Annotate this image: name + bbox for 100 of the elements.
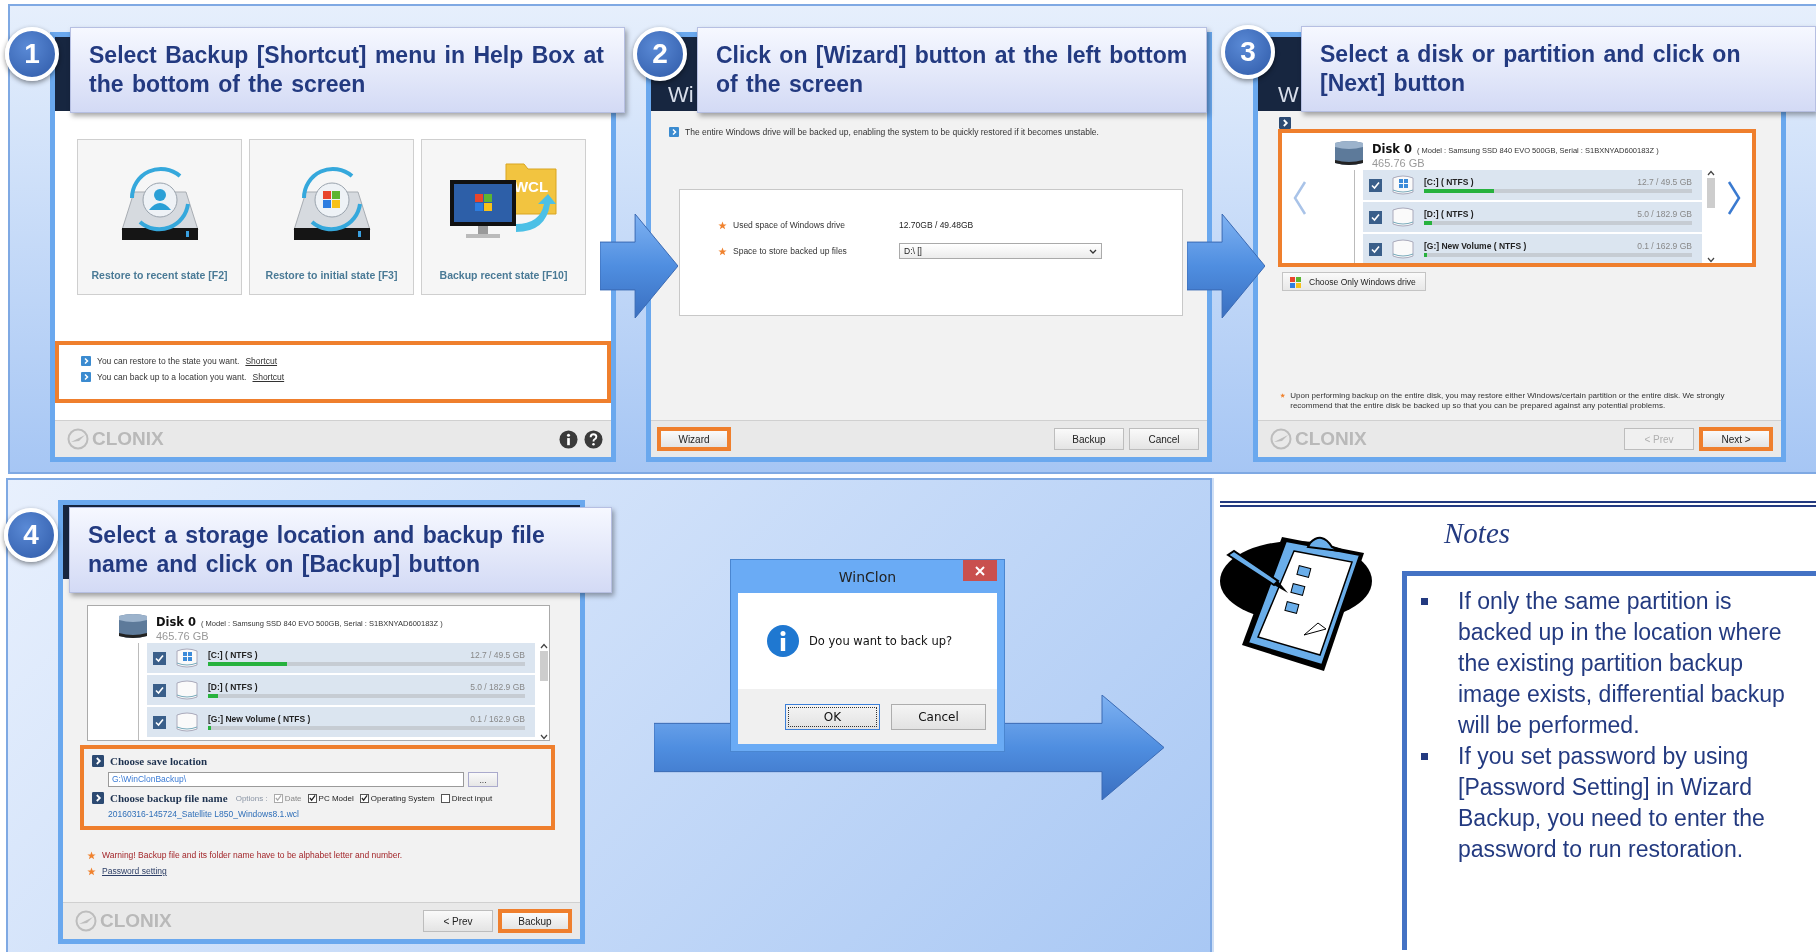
option-checkbox[interactable]: Operating System	[359, 793, 435, 803]
checkbox[interactable]	[153, 651, 166, 665]
shortcut-tile[interactable]: Restore to recent state [F2]	[77, 139, 242, 295]
disk-name: Disk 0	[156, 615, 196, 629]
star-icon	[87, 850, 96, 860]
choose-windows-button[interactable]: Choose Only Windows drive	[1282, 272, 1426, 291]
option-checkbox[interactable]: Direct input	[440, 793, 493, 803]
shortcut-tile[interactable]: Restore to initial state [F3]	[249, 139, 414, 295]
partition-usage: 5.0 / 182.9 GB	[470, 682, 525, 692]
browse-button[interactable]: ...	[468, 772, 498, 787]
partition-row[interactable]: [G:] New Volume ( NTFS ) 0.1 / 162.9 GB	[1363, 234, 1702, 263]
chevron-bullet-icon	[81, 356, 91, 366]
option-checkbox[interactable]: PC Model	[307, 793, 354, 803]
file-name-text: 20160316-145724_Satellite L850_Windows8.1.wcl	[107, 809, 300, 819]
footer-button[interactable]: Backup	[498, 909, 572, 933]
drive-icon	[174, 711, 200, 733]
chevron-bullet-icon	[92, 755, 104, 767]
section-title: Choose save location	[110, 755, 208, 767]
partition-name: [G:] New Volume ( NTFS )	[208, 714, 311, 724]
help-text: You can restore to the state you want.	[97, 356, 240, 366]
step-number-badge: 1	[5, 27, 59, 81]
warning-text: Warning! Backup file and its folder name have to be alphabet letter and number.	[102, 850, 403, 860]
footer-button[interactable]: Next >	[1699, 427, 1773, 451]
path-input-field[interactable]: G:\WinClonBackup\	[108, 772, 464, 787]
scroll-up-icon[interactable]	[1707, 170, 1715, 176]
shortcut-link[interactable]: Shortcut	[252, 372, 285, 382]
note-text: Upon performing backup on the entire disk, you may restore either Windows/certain partition or the entire disk. We strongly recommend that the entire disk be backed up so that you can be prepared against any potential problems.	[1290, 391, 1726, 411]
windows-flag-icon	[1289, 275, 1303, 288]
bullet-icon	[1421, 598, 1428, 605]
checkbox[interactable]	[153, 683, 166, 697]
note-item: If only the same partition is backed up in the location where the existing partition backup image exists, differential backup will be performed.	[1458, 587, 1786, 740]
close-button[interactable]	[963, 560, 997, 581]
footer-button[interactable]: Cancel	[1129, 428, 1199, 450]
logo-icon	[75, 910, 97, 932]
scrollbar-thumb[interactable]	[1707, 178, 1715, 208]
scroll-up-icon[interactable]	[540, 643, 548, 649]
checkbox[interactable]	[1369, 242, 1382, 256]
step-number-badge: 4	[4, 508, 58, 562]
star-icon	[718, 220, 727, 230]
footer-button[interactable]: Backup	[1054, 428, 1124, 450]
options-label: Options :	[235, 793, 268, 803]
partition-row[interactable]: [G:] New Volume ( NTFS ) 0.1 / 162.9 GB	[147, 707, 535, 737]
logo-icon	[1270, 428, 1292, 450]
partition-row[interactable]: [D:] ( NTFS ) 5.0 / 182.9 GB	[147, 675, 535, 705]
info-icon	[767, 625, 799, 657]
shortcut-link[interactable]: Shortcut	[245, 356, 278, 366]
step-instruction: Select a disk or partition and click on [Next] button	[1301, 26, 1816, 112]
checkbox[interactable]	[1369, 178, 1382, 192]
chevron-right-icon[interactable]	[1727, 180, 1741, 216]
help-icon[interactable]	[584, 429, 603, 449]
scrollbar-thumb[interactable]	[540, 651, 548, 681]
partition-name: [C:] ( NTFS )	[208, 650, 258, 660]
scroll-down-icon[interactable]	[540, 734, 548, 740]
dialog-button[interactable]: OK	[785, 703, 880, 730]
star-icon	[87, 866, 96, 876]
field-label: Used space of Windows drive	[733, 220, 846, 230]
step-instruction: Select a storage location and backup file name and click on [Backup] button	[69, 507, 612, 593]
password-setting-link[interactable]: Password setting	[102, 866, 167, 876]
partition-name: [D:] ( NTFS )	[1424, 209, 1474, 219]
partition-usage: 5.0 / 182.9 GB	[1637, 209, 1692, 219]
disk-size: 465.76 GB	[156, 630, 210, 642]
field-label: Space to store backed up files	[733, 246, 848, 256]
window-title: Wi	[668, 83, 694, 107]
chevron-bullet-icon	[92, 792, 104, 804]
checkbox[interactable]	[153, 715, 166, 729]
dialog-title: WinClon	[838, 568, 897, 585]
drive-icon	[1390, 206, 1416, 228]
disk-size: 465.76 GB	[1372, 157, 1426, 169]
wizard-button[interactable]: Wizard	[657, 427, 731, 451]
drive-dropdown[interactable]: D:\ []	[899, 243, 1102, 259]
drive-icon	[174, 679, 200, 701]
footer-button[interactable]: < Prev	[423, 910, 493, 932]
drive-icon	[1390, 238, 1416, 260]
partition-usage: 0.1 / 162.9 GB	[1637, 241, 1692, 251]
help-text: You can back up to a location you want.	[97, 372, 247, 382]
windows-drive-icon	[174, 647, 200, 669]
partition-row[interactable]: [D:] ( NTFS ) 5.0 / 182.9 GB	[1363, 202, 1702, 232]
star-icon	[1280, 391, 1286, 400]
windows-drive-icon	[1390, 174, 1416, 196]
step-instruction: Click on [Wizard] button at the left bottom of the screen	[697, 27, 1207, 113]
partition-usage: 0.1 / 162.9 GB	[470, 714, 525, 724]
dialog-button[interactable]: Cancel	[891, 703, 986, 730]
dialog-message: Do you want to back up?	[809, 634, 953, 648]
partition-usage: 12.7 / 49.5 GB	[470, 650, 525, 660]
partition-row[interactable]: [C:] ( NTFS ) 12.7 / 49.5 GB	[1363, 170, 1702, 200]
step-number-badge: 3	[1221, 25, 1275, 79]
bullet-icon	[1421, 753, 1428, 760]
scroll-down-icon[interactable]	[1707, 257, 1715, 263]
disk-name: Disk 0	[1372, 142, 1412, 156]
checkbox[interactable]	[1369, 210, 1382, 224]
partition-name: [G:] New Volume ( NTFS )	[1424, 241, 1527, 251]
info-text: The entire Windows drive will be backed up, enabling the system to be quickly restored if it becomes unstable.	[685, 127, 1099, 137]
logo-icon	[67, 428, 89, 450]
partition-name: [D:] ( NTFS )	[208, 682, 258, 692]
partition-row[interactable]: [C:] ( NTFS ) 12.7 / 49.5 GB	[147, 643, 535, 673]
field-value: 12.70GB / 49.48GB	[899, 220, 974, 230]
close-icon	[975, 565, 985, 576]
info-icon[interactable]	[559, 429, 578, 449]
note-item: If you set password by using [Password Setting] in Wizard Backup, you need to enter the password to run restoration.	[1458, 742, 1766, 864]
chevron-bullet-icon	[669, 127, 679, 137]
